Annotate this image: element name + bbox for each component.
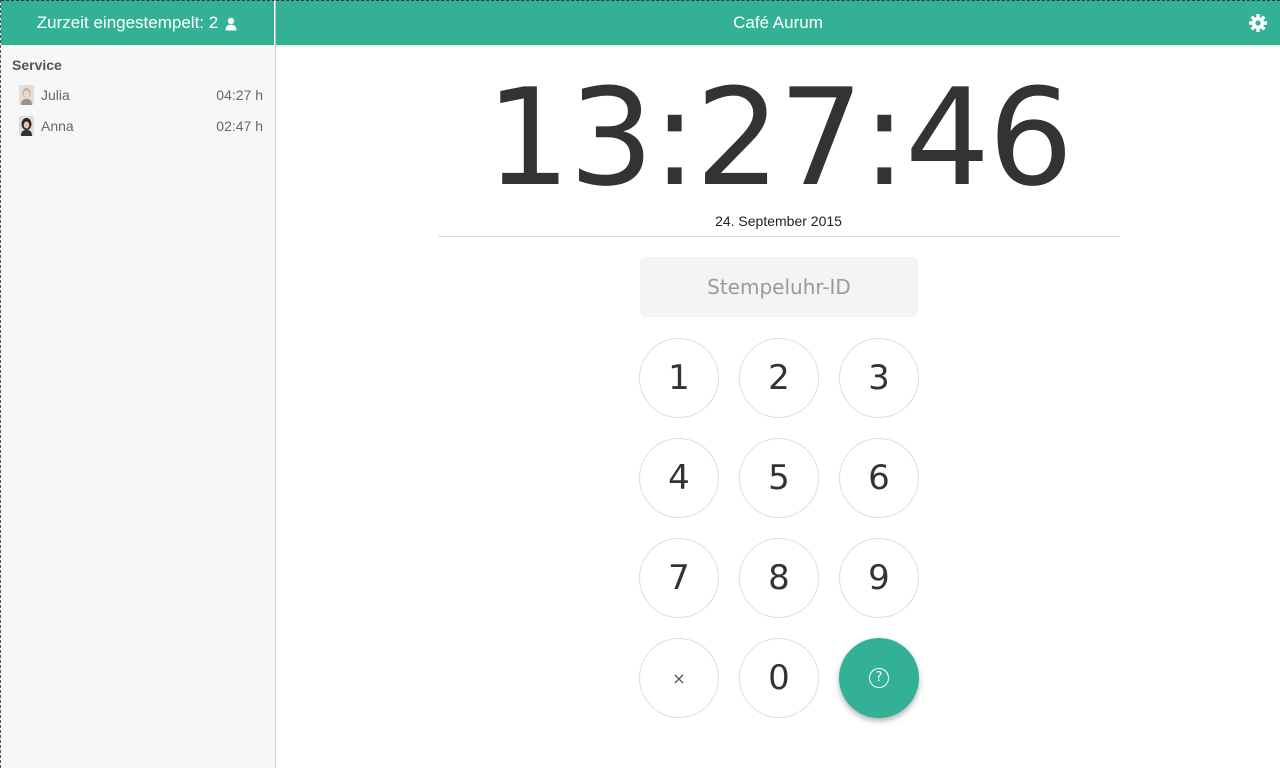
key-4[interactable]: 4 xyxy=(639,438,719,518)
close-icon: × xyxy=(672,668,686,688)
employee-time: 02:47 h xyxy=(216,117,263,134)
key-label: 7 xyxy=(668,558,690,598)
key-label: 1 xyxy=(668,358,690,398)
key-3[interactable]: 3 xyxy=(839,338,919,418)
key-label: 4 xyxy=(668,458,690,498)
avatar-anna xyxy=(19,115,34,136)
employee-name: Julia xyxy=(41,86,70,103)
key-label: 8 xyxy=(768,558,790,598)
key-label: 3 xyxy=(868,358,890,398)
key-5[interactable]: 5 xyxy=(739,438,819,518)
divider xyxy=(438,236,1120,237)
question-circle-icon: ? xyxy=(869,668,889,688)
clear-button[interactable]: × xyxy=(639,638,719,718)
key-9[interactable]: 9 xyxy=(839,538,919,618)
key-6[interactable]: 6 xyxy=(839,438,919,518)
venue-title: Café Aurum xyxy=(733,13,823,32)
group-title-service: Service xyxy=(12,57,62,73)
app: Zurzeit eingestempelt: 2 Service Julia 0… xyxy=(0,0,1280,768)
key-label: 9 xyxy=(868,558,890,598)
timeclock-id-input[interactable] xyxy=(640,257,918,317)
key-label: 6 xyxy=(868,458,890,498)
employee-row-anna[interactable]: Anna 02:47 h xyxy=(1,110,275,141)
top-bar: Café Aurum xyxy=(276,0,1280,45)
gear-icon[interactable] xyxy=(1248,13,1268,33)
avatar-julia xyxy=(19,84,34,105)
main-panel: 13:27:46 24. September 2015 1 2 3 4 5 6 … xyxy=(277,45,1280,768)
employee-time: 04:27 h xyxy=(216,86,263,103)
key-label: 2 xyxy=(768,358,790,398)
key-1[interactable]: 1 xyxy=(639,338,719,418)
help-button[interactable]: ? xyxy=(839,638,919,718)
clocked-in-header: Zurzeit eingestempelt: 2 xyxy=(1,0,275,45)
key-7[interactable]: 7 xyxy=(639,538,719,618)
user-icon xyxy=(224,16,238,31)
sidebar: Zurzeit eingestempelt: 2 Service Julia 0… xyxy=(0,0,276,768)
clock-date: 24. September 2015 xyxy=(715,213,842,229)
key-2[interactable]: 2 xyxy=(739,338,819,418)
clock-time: 13:27:46 xyxy=(485,60,1074,216)
key-8[interactable]: 8 xyxy=(739,538,819,618)
key-0[interactable]: 0 xyxy=(739,638,819,718)
employee-name: Anna xyxy=(41,117,74,134)
key-label: 5 xyxy=(768,458,790,498)
employee-row-julia[interactable]: Julia 04:27 h xyxy=(1,79,275,110)
clocked-in-label: Zurzeit eingestempelt: 2 xyxy=(36,13,219,32)
key-label: 0 xyxy=(768,658,790,698)
